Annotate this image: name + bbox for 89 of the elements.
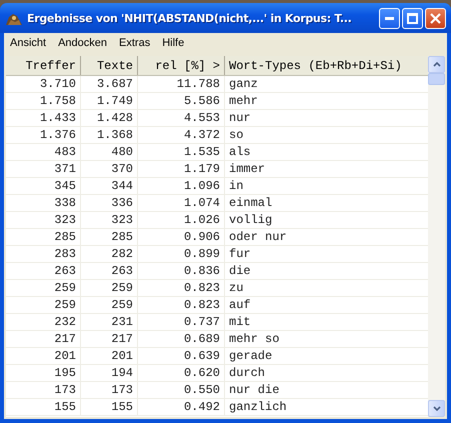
table-cell-text: einmal	[228, 195, 274, 211]
table-cell: 323	[6, 212, 81, 228]
table-cell: 1.368	[81, 127, 138, 143]
table-cell: 155	[81, 399, 138, 415]
table-cell: 0.620	[138, 365, 225, 381]
table-cell: 370	[81, 161, 138, 177]
table-cell: 1.179	[138, 161, 225, 177]
table-cell: 194	[81, 365, 138, 381]
table-cell-text: als	[228, 144, 252, 160]
table-cell: 259	[81, 297, 138, 313]
table-cell: 483	[6, 144, 81, 160]
table-cell: 0.492	[138, 399, 225, 415]
table-cell: 0.737	[138, 314, 225, 330]
table-cell-text: gerade	[228, 348, 274, 364]
table-cell: 232	[6, 314, 81, 330]
table-cell: 217	[81, 331, 138, 347]
column-header[interactable]: Treffer	[6, 56, 81, 75]
table-cell: 201	[6, 348, 81, 364]
table-cell: 371	[6, 161, 81, 177]
column-header[interactable]: Wort-Types (Eb+Rb+Di+Si)	[225, 56, 428, 75]
table-cell: 4.553	[138, 110, 225, 126]
table-cell: 338	[6, 195, 81, 211]
table-cell: 259	[6, 297, 81, 313]
table-cell-text: nur die	[228, 382, 280, 398]
table-cell: 1.428	[81, 110, 138, 126]
table-cell-text: durch	[228, 365, 266, 381]
window-title: Ergebnisse von 'NHIT(ABSTAND(nicht,...' in Korpus: T...	[27, 12, 352, 24]
table-cell: 282	[81, 246, 138, 262]
table-cell: 5.586	[138, 93, 225, 109]
table-cell: 285	[81, 229, 138, 245]
table-cell: 3.687	[81, 76, 138, 92]
table-cell-text: mit	[228, 314, 252, 330]
table-cell: 1.096	[138, 178, 225, 194]
table-cell: 283	[6, 246, 81, 262]
table-cell: 0.836	[138, 263, 225, 279]
column-header[interactable]: rel [%] >	[138, 56, 225, 75]
table-cell-text: in	[228, 178, 244, 194]
table-cell: 0.906	[138, 229, 225, 245]
table-cell: 201	[81, 348, 138, 364]
table-cell: 217	[6, 331, 81, 347]
table-cell-text: ganz	[228, 76, 259, 92]
table-cell: 263	[81, 263, 138, 279]
table-cell-text: vollig	[228, 212, 274, 228]
table-cell: 344	[81, 178, 138, 194]
table-cell: 259	[6, 280, 81, 296]
table-cell-text: so	[228, 127, 244, 143]
column-header[interactable]: Texte	[81, 56, 138, 75]
menu-item[interactable]: Extras	[119, 37, 150, 49]
table-cell-text: ganzlich	[228, 399, 288, 415]
table-cell: 0.823	[138, 297, 225, 313]
table-cell: 480	[81, 144, 138, 160]
table-cell-text: auf	[228, 297, 252, 313]
table-cell: 3.710	[6, 76, 81, 92]
menu-item[interactable]: Andocken	[58, 37, 108, 49]
table-cell: 1.758	[6, 93, 81, 109]
table-cell: 4.372	[138, 127, 225, 143]
table-cell-text: mehr so	[228, 331, 280, 347]
table-cell: 0.899	[138, 246, 225, 262]
table-cell-text: oder nur	[228, 229, 288, 245]
table-cell: 231	[81, 314, 138, 330]
table-cell: 0.689	[138, 331, 225, 347]
table-cell: 11.788	[138, 76, 225, 92]
table-cell: 0.823	[138, 280, 225, 296]
table-cell: 0.550	[138, 382, 225, 398]
table-cell: 0.639	[138, 348, 225, 364]
table-cell: 1.026	[138, 212, 225, 228]
table-cell-text: fur	[228, 246, 252, 262]
table-cell: 345	[6, 178, 81, 194]
table-cell: 1.376	[6, 127, 81, 143]
table-cell: 263	[6, 263, 81, 279]
table-cell-text: immer	[228, 161, 266, 177]
table-cell-text: mehr	[228, 93, 259, 109]
table-cell-text: nur	[228, 110, 252, 126]
table-cell-text: zu	[228, 280, 244, 296]
table-cell: 323	[81, 212, 138, 228]
menu-item[interactable]: Hilfe	[162, 37, 184, 49]
table-cell: 1.074	[138, 195, 225, 211]
table-cell: 259	[81, 280, 138, 296]
table-cell-text: die	[228, 263, 252, 279]
table-cell: 1.749	[81, 93, 138, 109]
table-cell: 173	[81, 382, 138, 398]
menu-item[interactable]: Ansicht	[10, 37, 46, 49]
table-cell: 155	[6, 399, 81, 415]
table-cell: 195	[6, 365, 81, 381]
table-cell: 1.535	[138, 144, 225, 160]
table-cell: 285	[6, 229, 81, 245]
table-cell: 173	[6, 382, 81, 398]
table-cell: 336	[81, 195, 138, 211]
table-cell: 1.433	[6, 110, 81, 126]
